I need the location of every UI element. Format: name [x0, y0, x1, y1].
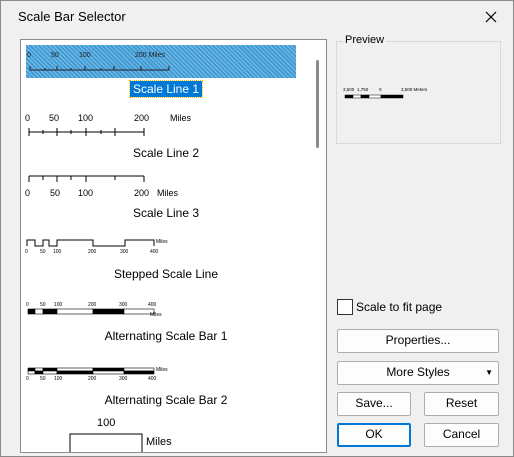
tick-label: 100: [79, 52, 91, 59]
save-button[interactable]: Save...: [337, 392, 411, 416]
tick-label: 400: [148, 302, 157, 308]
preview-scale-bar: 3,500 1,750 0 3,500 Meters: [343, 87, 428, 99]
tick-label: 300: [119, 376, 128, 382]
alternating-scale-bar-1-graphic: 0 50 100 200 300 400 Miles: [26, 302, 162, 318]
tick-label: 0: [27, 52, 31, 59]
tick-label: 200: [134, 113, 149, 123]
tick-label: 200: [88, 249, 97, 255]
units-label: Miles: [170, 113, 192, 123]
tick-label: 400: [150, 249, 159, 255]
tick-label: 400: [148, 376, 157, 382]
list-scrollbar[interactable]: [310, 40, 326, 452]
reset-button[interactable]: Reset: [424, 392, 499, 416]
title-bar: Scale Bar Selector: [1, 1, 513, 33]
tick-label: 50: [50, 188, 60, 198]
preview-group: Preview 3,500 1,750 0 3,500 Meters: [336, 34, 501, 144]
scroll-thumb[interactable]: [316, 60, 319, 148]
tick-label: 0: [25, 188, 30, 198]
preview-label: Preview: [343, 34, 387, 46]
tick-label: 200: [88, 376, 97, 382]
tick-label: 0: [25, 113, 30, 123]
tick-label: 100: [53, 249, 62, 255]
alternating-scale-bar-2-graphic: 0 50 100 200 300 400 Miles: [26, 367, 168, 382]
tick-label: 200: [88, 302, 97, 308]
tick-label: 100: [78, 188, 93, 198]
dialog-title: Scale Bar Selector: [18, 9, 126, 24]
cancel-button[interactable]: Cancel: [424, 423, 499, 447]
item-label: Stepped Scale Line: [113, 267, 219, 281]
item-label: Alternating Scale Bar 1: [104, 329, 228, 343]
tick-label: 100: [97, 417, 115, 429]
tick-label: 0: [26, 376, 29, 382]
list-item-scale-bar-partial[interactable]: 100 Miles: [21, 414, 311, 452]
item-label: Scale Line 3: [132, 206, 200, 220]
item-label: Scale Line 1: [21, 80, 311, 98]
scale-to-fit-checkbox[interactable]: [337, 299, 353, 315]
ok-button[interactable]: OK: [337, 423, 411, 447]
properties-button[interactable]: Properties...: [337, 329, 499, 353]
tick-label: 0: [26, 302, 29, 308]
tick-label: 3,500 Meters: [401, 87, 428, 92]
tick-label: 0: [25, 249, 28, 255]
list-item-stepped-scale-line[interactable]: 0 50 100 200 300 400 Miles Stepped Scale…: [21, 236, 311, 288]
tick-label: 1,750: [357, 87, 369, 92]
tick-label: 300: [120, 249, 129, 255]
units-label: Miles: [156, 367, 168, 373]
units-label: Miles: [157, 188, 179, 198]
tick-label: 100: [78, 113, 93, 123]
tick-label: 200 Miles: [135, 52, 165, 59]
tick-label: 50: [51, 52, 59, 59]
units-label: Miles: [156, 239, 168, 245]
scale-bar-style-list[interactable]: 0 50 100 200 Miles Scale Line 1 0 50 100…: [20, 39, 327, 453]
tick-label: 0: [379, 87, 382, 92]
tick-label: 50: [40, 376, 46, 382]
units-label: Miles: [146, 436, 172, 448]
tick-label: 3,500: [343, 87, 355, 92]
scale-to-fit-label[interactable]: Scale to fit page: [356, 300, 442, 314]
close-icon: [485, 11, 497, 23]
tick-label: 100: [54, 302, 63, 308]
tick-label: 300: [119, 302, 128, 308]
more-styles-button[interactable]: More Styles ▼: [337, 361, 499, 385]
list-item-scale-line-3[interactable]: 0 50 100 200 Miles Scale Line 3: [21, 172, 311, 224]
scale-bar-partial-graphic: 100 Miles: [69, 417, 172, 452]
list-item-scale-line-2[interactable]: 0 50 100 200 Miles Scale Line 2: [21, 106, 311, 162]
tick-label: 100: [54, 376, 63, 382]
list-item-alternating-scale-bar-1[interactable]: 0 50 100 200 300 400 Miles Alternating S…: [21, 299, 311, 351]
tick-label: 50: [40, 302, 46, 308]
close-button[interactable]: [477, 5, 505, 29]
tick-label: 50: [49, 113, 59, 123]
more-styles-label: More Styles: [386, 365, 450, 379]
dropdown-arrow-icon: ▼: [485, 368, 493, 377]
units-label: Miles: [150, 312, 162, 318]
list-item-alternating-scale-bar-2[interactable]: 0 50 100 200 300 400 Miles Alternating S…: [21, 363, 311, 415]
list-item-scale-line-1[interactable]: 0 50 100 200 Miles Scale Line 1: [21, 40, 311, 102]
tick-label: 200: [134, 188, 149, 198]
scale-bar-selector-dialog: Scale Bar Selector 0 50 100 200 Miles Sc…: [0, 0, 514, 457]
tick-label: 50: [40, 249, 46, 255]
item-label: Alternating Scale Bar 2: [104, 393, 228, 407]
item-label: Scale Line 2: [132, 146, 200, 160]
